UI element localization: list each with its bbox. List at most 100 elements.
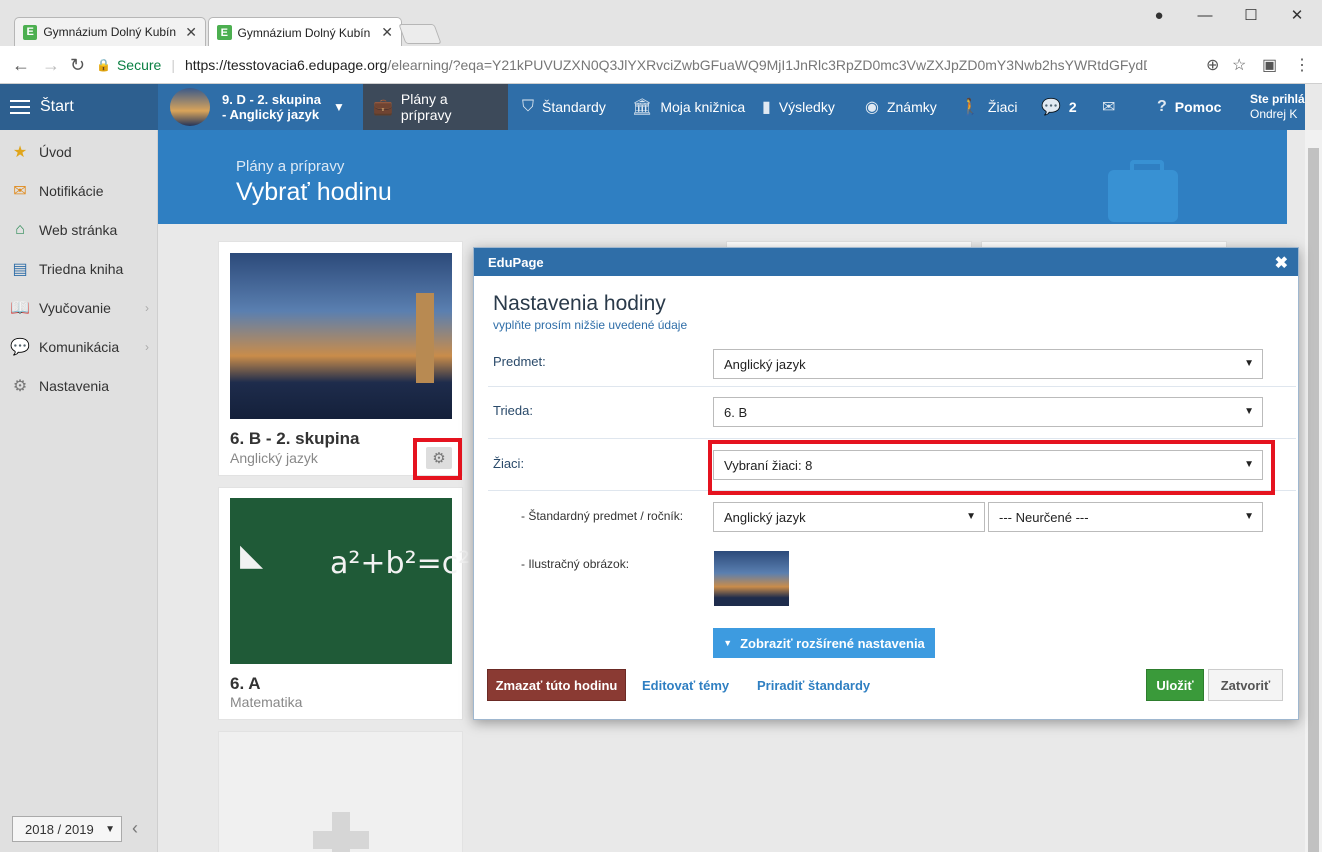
bookmark-star-icon[interactable]: ☆ bbox=[1232, 55, 1246, 75]
sidebar-item-vyucovanie[interactable]: 📖 Vyučovanie › bbox=[0, 288, 157, 327]
advanced-button-label: Zobraziť rozšírené nastavenia bbox=[740, 635, 925, 651]
app-header: Štart 9. D - 2. skupina - Anglický jazyk… bbox=[0, 84, 1305, 130]
lesson-image-chalkboard: ◣ a²+b²=c² bbox=[230, 498, 470, 664]
sidebar-item-notifikacie[interactable]: ✉ Notifikácie bbox=[0, 171, 157, 210]
url-field[interactable]: 🔒 Secure | https://tesstovacia6.edupage.… bbox=[96, 51, 1256, 79]
sidebar-item-uvod[interactable]: ★ Úvod bbox=[0, 132, 157, 171]
cast-icon[interactable]: ▣ bbox=[1262, 55, 1277, 75]
close-icon[interactable]: ✖ bbox=[1275, 253, 1288, 273]
nav-library-label: Moja knižnica bbox=[660, 99, 746, 115]
board-triangle-drawing: ◣ bbox=[240, 538, 264, 573]
user-line2: Ondrej K bbox=[1250, 107, 1298, 121]
show-advanced-settings-button[interactable]: ▼ Zobraziť rozšírené nastavenia bbox=[713, 628, 935, 658]
browser-tab-2[interactable]: E Gymnázium Dolný Kubín ✕ bbox=[208, 17, 402, 47]
subject-value: Anglický jazyk bbox=[724, 356, 806, 372]
forward-icon[interactable]: → bbox=[42, 55, 60, 76]
minimize-icon[interactable]: — bbox=[1182, 0, 1228, 30]
lesson-image-london bbox=[230, 253, 452, 419]
nav-students[interactable]: 🚶 Žiaci bbox=[950, 84, 1027, 130]
students-label: Žiaci: bbox=[493, 456, 525, 471]
start-menu-button[interactable]: Štart bbox=[0, 84, 158, 130]
lesson-card[interactable]: ◣ a²+b²=c² 6. A Matematika bbox=[218, 487, 470, 720]
page-title: Vybrať hodinu bbox=[236, 178, 392, 206]
sidebar-item-web[interactable]: ⌂ Web stránka bbox=[0, 210, 157, 249]
caret-down-icon: ▼ bbox=[1244, 358, 1254, 369]
standard-grade-select[interactable]: --- Neurčené --- ▼ bbox=[988, 502, 1263, 532]
tab-title: Gymnázium Dolný Kubín bbox=[43, 25, 177, 39]
nav-help[interactable]: ? Pomoc bbox=[1147, 84, 1231, 130]
nav-mail[interactable]: ✉ bbox=[1092, 84, 1133, 130]
browser-menu-icon[interactable]: ⋮ bbox=[1294, 55, 1310, 75]
nav-standards-label: Štandardy bbox=[542, 99, 606, 115]
dialog-header: EduPage ✖ bbox=[474, 248, 1298, 276]
nav-grades-label: Známky bbox=[886, 99, 937, 115]
collapse-sidebar-icon[interactable]: ‹ bbox=[132, 818, 138, 839]
edit-topics-link[interactable]: Editovať témy bbox=[642, 678, 729, 693]
save-button[interactable]: Uložiť bbox=[1146, 669, 1204, 701]
page-banner: Plány a prípravy Vybrať hodinu bbox=[158, 130, 1287, 224]
close-button[interactable]: Zatvoriť bbox=[1208, 669, 1283, 701]
user-info[interactable]: Ste prihlá Ondrej K bbox=[1250, 92, 1305, 122]
nav-grades[interactable]: ◉ Známky bbox=[855, 84, 947, 130]
dialog-subtitle: vyplňte prosím nižšie uvedené údaje bbox=[493, 318, 688, 332]
edupage-favicon-icon: E bbox=[217, 25, 232, 40]
class-select[interactable]: 6. B ▼ bbox=[713, 397, 1263, 427]
nav-library[interactable]: 🏛 Moja knižnica bbox=[622, 84, 755, 130]
illustration-thumbnail[interactable] bbox=[714, 551, 789, 606]
close-window-icon[interactable]: ✕ bbox=[1274, 0, 1320, 30]
caret-down-icon: ▼ bbox=[332, 100, 345, 114]
briefcase-icon bbox=[1108, 160, 1178, 222]
hamburger-icon bbox=[10, 100, 30, 114]
separator: | bbox=[171, 57, 175, 73]
back-icon[interactable]: ← bbox=[12, 55, 30, 76]
sidebar-item-nastavenia[interactable]: ⚙ Nastavenia bbox=[0, 366, 157, 405]
sidebar-item-triedna-kniha[interactable]: ▤ Triedna kniha bbox=[0, 249, 157, 288]
highlight-box bbox=[413, 438, 462, 480]
class-thumbnail bbox=[170, 88, 210, 126]
sidebar-item-label: Triedna kniha bbox=[39, 260, 124, 277]
highlight-box bbox=[708, 440, 1275, 495]
home-icon: ⌂ bbox=[15, 220, 25, 238]
dialog-header-title: EduPage bbox=[488, 254, 544, 270]
browser-tabbar: E Gymnázium Dolný Kubín ✕ E Gymnázium Do… bbox=[0, 0, 1322, 47]
form-row-image: - Ilustračný obrázok: bbox=[488, 539, 1296, 614]
standard-label: - Štandardný predmet / ročník: bbox=[521, 509, 684, 523]
school-year-select[interactable]: 2018 / 2019 ▼ bbox=[12, 816, 122, 842]
delete-lesson-button[interactable]: Zmazať túto hodinu bbox=[487, 669, 626, 701]
zoom-icon[interactable]: ⊕ bbox=[1206, 55, 1219, 75]
image-label: - Ilustračný obrázok: bbox=[521, 557, 630, 571]
standard-subject-select[interactable]: Anglický jazyk ▼ bbox=[713, 502, 985, 532]
lesson-title: 6. B - 2. skupina bbox=[230, 429, 360, 448]
page-scrollbar[interactable] bbox=[1305, 130, 1322, 852]
scrollbar-thumb[interactable] bbox=[1308, 148, 1319, 852]
tab-close-icon[interactable]: ✕ bbox=[185, 24, 197, 41]
nav-results[interactable]: ▮ Výsledky bbox=[752, 84, 845, 130]
nav-messages[interactable]: 💬 2 bbox=[1031, 84, 1087, 130]
board-equation-drawing: a²+b²=c² bbox=[330, 546, 471, 581]
form-row-subject: Predmet: Anglický jazyk ▼ bbox=[488, 339, 1296, 387]
plus-icon[interactable] bbox=[313, 812, 369, 852]
sidebar-item-komunikacia[interactable]: 💬 Komunikácia › bbox=[0, 327, 157, 366]
nav-standards[interactable]: ⛉ Štandardy bbox=[512, 84, 616, 130]
nav-help-label: Pomoc bbox=[1174, 99, 1222, 115]
reload-icon[interactable]: ↻ bbox=[70, 55, 85, 76]
dialog-title: Nastavenia hodiny bbox=[493, 292, 666, 315]
secure-label: Secure bbox=[116, 57, 162, 73]
school-year-value: 2018 / 2019 bbox=[25, 821, 94, 837]
lesson-subject: Matematika bbox=[230, 694, 303, 710]
nav-plans[interactable]: 💼 Plány a prípravy bbox=[363, 84, 508, 130]
profile-icon[interactable]: ● bbox=[1136, 0, 1182, 30]
new-tab-button[interactable] bbox=[398, 24, 442, 44]
assign-standards-link[interactable]: Priradiť štandardy bbox=[757, 678, 870, 693]
maximize-icon[interactable]: ☐ bbox=[1228, 0, 1274, 30]
gear-icon: ⚙ bbox=[12, 377, 28, 395]
class-switcher[interactable]: 9. D - 2. skupina - Anglický jazyk ▼ bbox=[170, 88, 345, 126]
browser-tab-1[interactable]: E Gymnázium Dolný Kubín ✕ bbox=[14, 17, 206, 46]
sidebar-item-label: Notifikácie bbox=[39, 182, 104, 199]
class-name-line2: - Anglický jazyk bbox=[222, 107, 320, 122]
chat-icon: 💬 bbox=[1041, 99, 1061, 116]
standard-grade-value: --- Neurčené --- bbox=[999, 509, 1089, 525]
tab-close-icon[interactable]: ✕ bbox=[381, 24, 393, 41]
subject-select[interactable]: Anglický jazyk ▼ bbox=[713, 349, 1263, 379]
sidebar-item-label: Web stránka bbox=[39, 221, 118, 238]
